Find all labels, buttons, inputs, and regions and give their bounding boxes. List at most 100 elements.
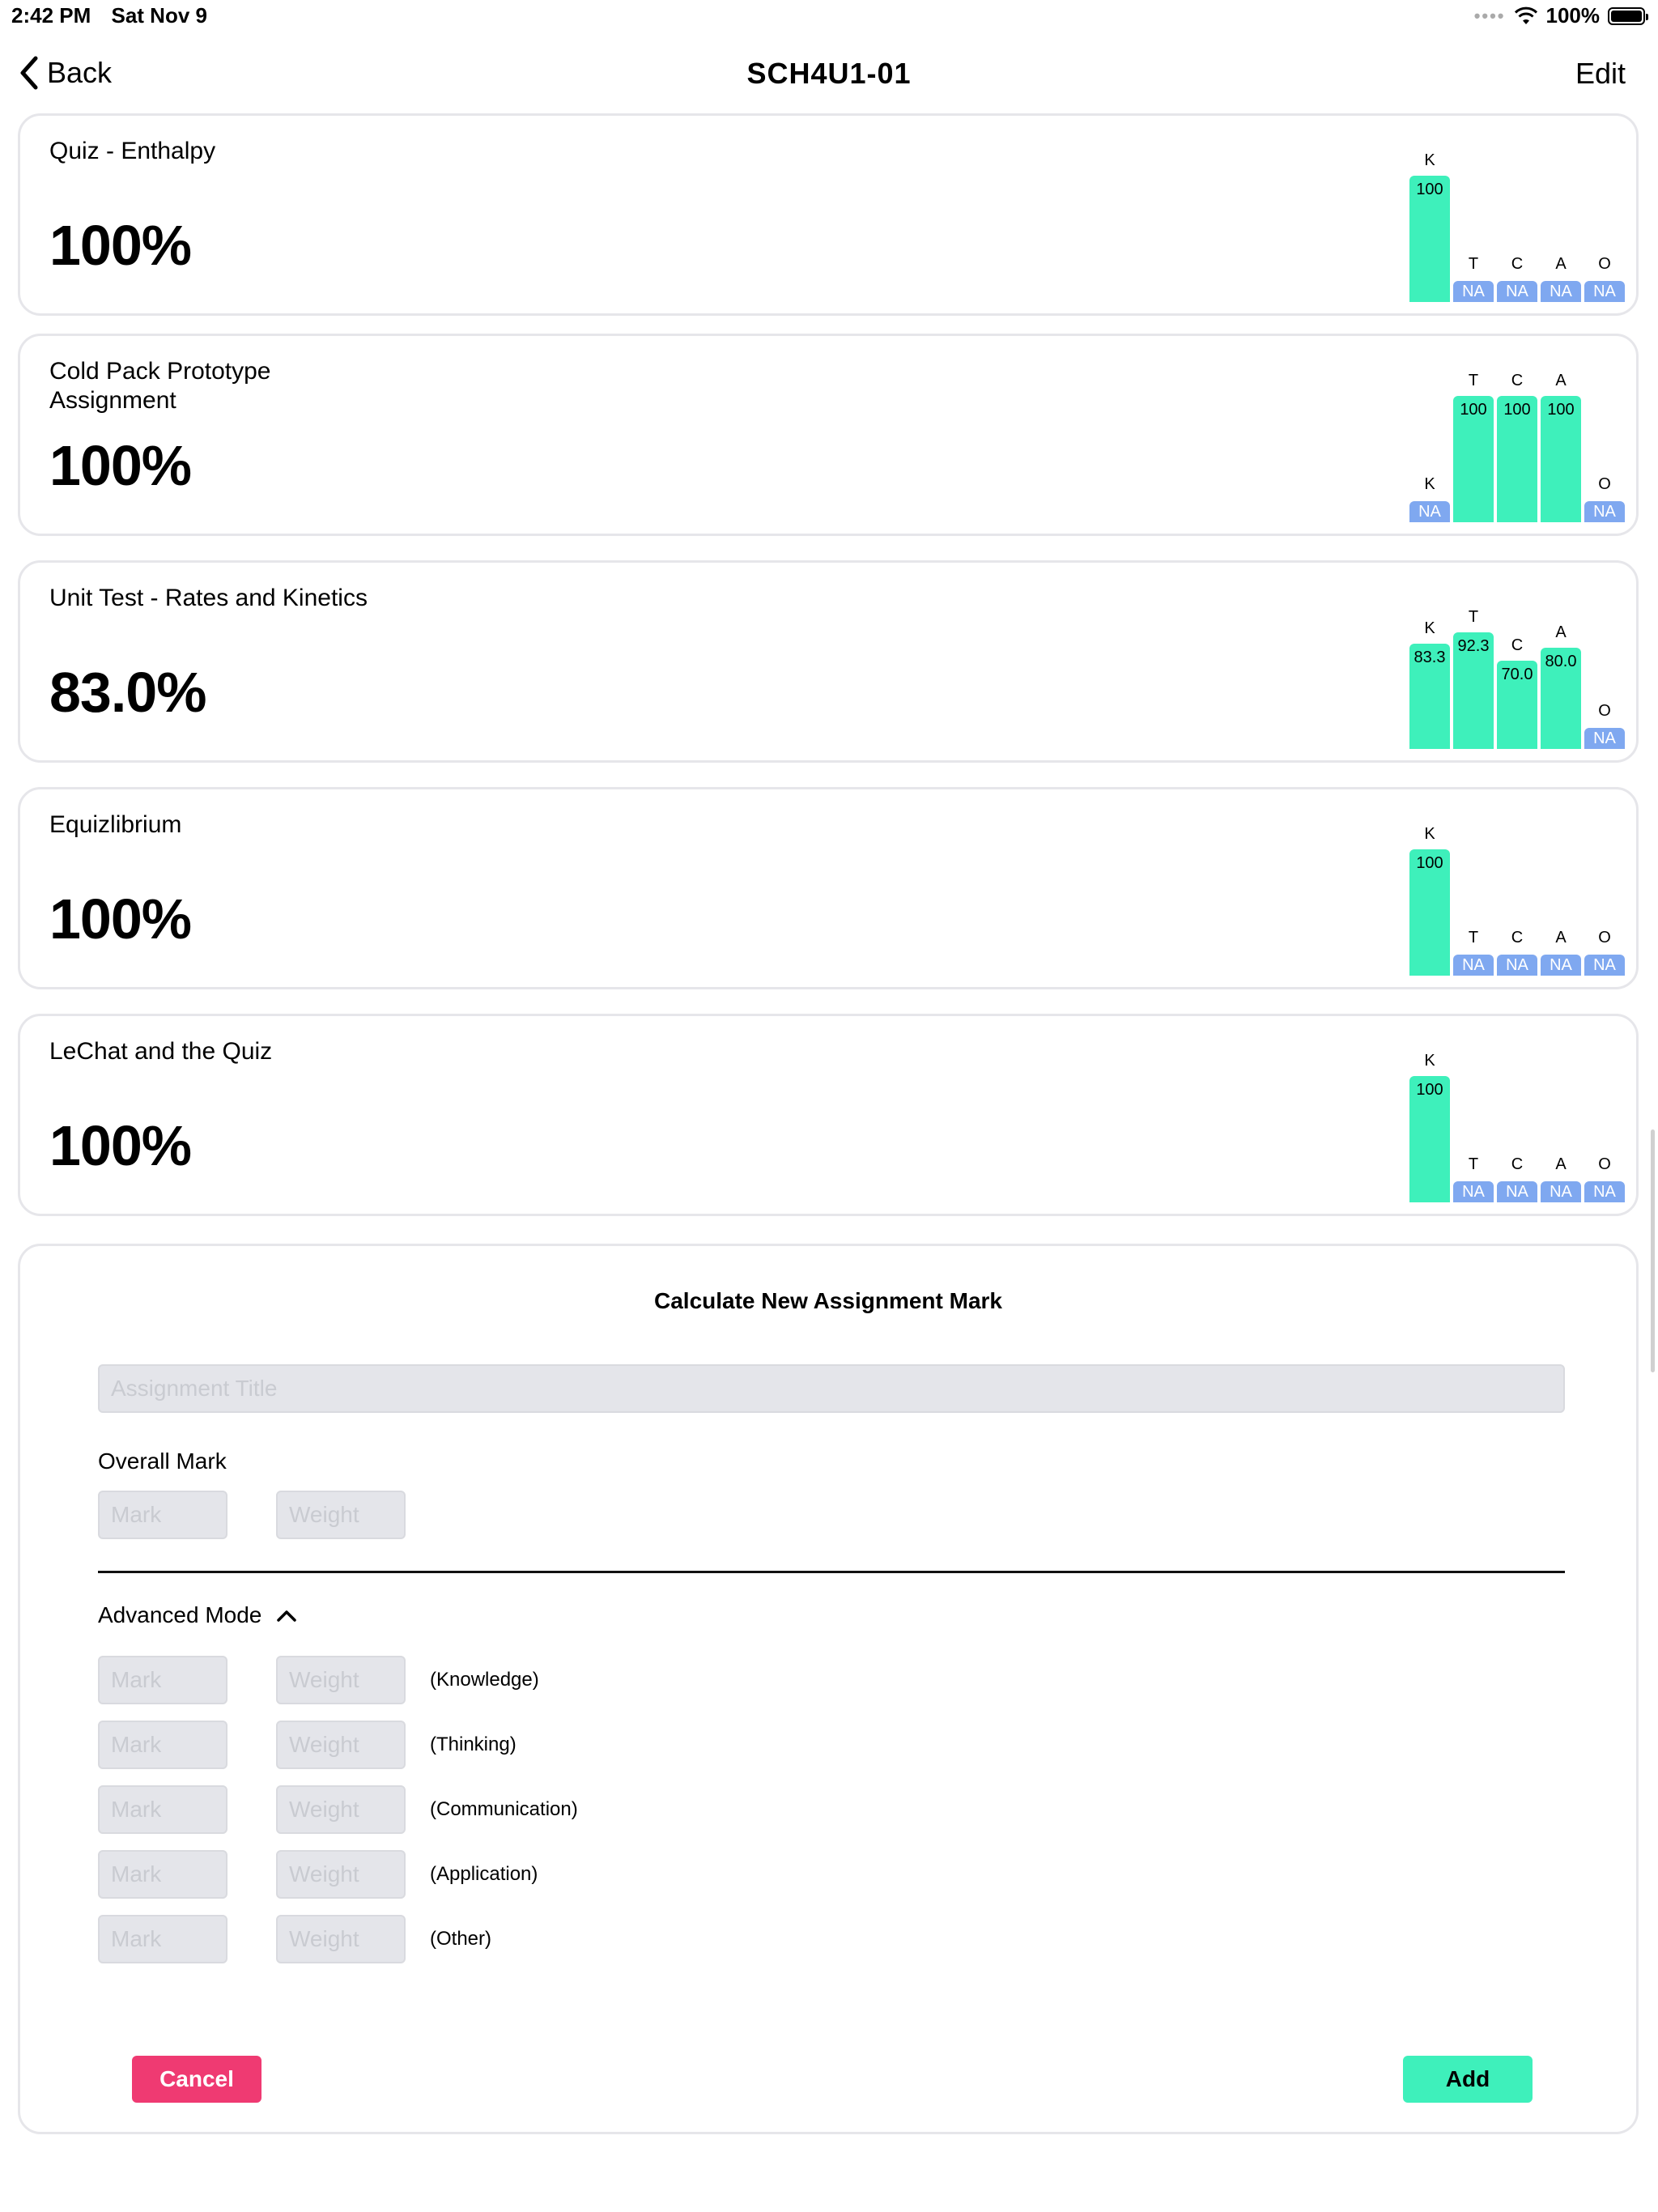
bar-category-label: C [1511, 929, 1524, 946]
assignment-card[interactable]: Quiz - Enthalpy 100% 100 K NA T NA C NA A NA O [18, 113, 1639, 316]
kica-bar-chart: 100 K NA T NA C NA A NA O [1405, 116, 1647, 318]
category-mark-input[interactable] [98, 1915, 227, 1963]
bar-category-label: C [1511, 255, 1524, 273]
category-weight-input[interactable] [276, 1915, 406, 1963]
na-badge: NA [1497, 1181, 1537, 1202]
assignment-card[interactable]: Unit Test - Rates and Kinetics 83.0% 83.3 K… [18, 560, 1639, 763]
cancel-button[interactable]: Cancel [132, 2056, 261, 2103]
category-weight-input[interactable] [276, 1850, 406, 1899]
bar-category-label: C [1511, 372, 1524, 389]
na-badge: NA [1453, 281, 1494, 302]
assignment-title: Cold Pack Prototype Assignment [49, 358, 271, 414]
category-weight-input[interactable] [276, 1656, 406, 1704]
battery-percent: 100% [1545, 3, 1601, 28]
status-right: •••• 100% [1473, 3, 1648, 28]
status-left: 2:42 PM Sat Nov 9 [11, 3, 222, 28]
bar-category-label: O [1598, 475, 1611, 493]
assignment-title: Equizlibrium [49, 811, 182, 838]
assignment-mark: 100% [49, 1114, 192, 1177]
status-date: Sat Nov 9 [111, 3, 208, 28]
bar-category-label: T [1468, 372, 1479, 389]
bar-value-label: 80.0 [1545, 653, 1577, 670]
assignment-title: LeChat and the Quiz [49, 1038, 273, 1065]
assignment-title-input[interactable] [98, 1364, 1565, 1413]
bar-category-label: T [1468, 255, 1479, 273]
status-time: 2:42 PM [11, 3, 91, 28]
na-badge: NA [1584, 955, 1625, 976]
bar-value-label: 70.0 [1501, 666, 1533, 683]
wifi-icon [1514, 6, 1537, 24]
na-badge: NA [1584, 728, 1625, 749]
category-label: (Knowledge) [430, 1669, 539, 1691]
overall-mark-input[interactable] [98, 1491, 227, 1539]
na-badge: NA [1497, 955, 1537, 976]
category-weight-input[interactable] [276, 1721, 406, 1769]
bar-category-label: A [1555, 623, 1567, 641]
advanced-mode-label: Advanced Mode [98, 1602, 262, 1627]
advanced-mode-toggle[interactable]: Advanced Mode [98, 1602, 297, 1628]
category-mark-input[interactable] [98, 1656, 227, 1704]
calculator-title: Calculate New Assignment Mark [654, 1288, 1002, 1313]
bar-category-label: O [1598, 1155, 1611, 1173]
bar-category-label: K [1424, 475, 1435, 493]
na-badge: NA [1584, 501, 1625, 522]
category-label: (Communication) [430, 1798, 578, 1820]
bar-value-label: 100 [1503, 401, 1531, 419]
kica-bar-chart: NA K 100 T 100 C 100 A NA O [1405, 336, 1647, 538]
bar-category-label: A [1555, 929, 1567, 946]
bar-category-label: O [1598, 929, 1611, 946]
category-mark-input[interactable] [98, 1785, 227, 1834]
na-badge: NA [1453, 955, 1494, 976]
overall-weight-input[interactable] [276, 1491, 406, 1539]
bar-category-label: O [1598, 702, 1611, 720]
bar-category-label: T [1468, 929, 1479, 946]
na-badge: NA [1541, 955, 1581, 976]
assignment-mark: 100% [49, 887, 192, 951]
bar-value-label: 92.3 [1457, 637, 1490, 655]
category-label: (Other) [430, 1928, 492, 1950]
cellular-icon: •••• [1473, 5, 1506, 26]
bar-value-label: 100 [1460, 401, 1487, 419]
scrollbar[interactable] [1651, 1129, 1655, 1372]
bar-category-label: A [1555, 372, 1567, 389]
kica-bar-chart: 83.3 K 92.3 T 70.0 C 80.0 A NA O [1405, 563, 1647, 765]
bar-category-label: A [1555, 255, 1567, 273]
assignment-mark: 83.0% [49, 661, 206, 724]
add-button[interactable]: Add [1403, 2056, 1533, 2103]
bar-value-label: 100 [1416, 854, 1443, 872]
overall-mark-label: Overall Mark [98, 1448, 227, 1474]
assignment-mark: 100% [49, 214, 192, 277]
assignment-card[interactable]: Cold Pack Prototype Assignment 100% NA K 100… [18, 334, 1639, 536]
bar-category-label: T [1468, 608, 1479, 626]
category-mark-input[interactable] [98, 1850, 227, 1899]
bar-value-label: 100 [1416, 181, 1443, 198]
calculator-panel: Calculate New Assignment Mark Overall Ma… [18, 1244, 1639, 2134]
nav-bar: Back SCH4U1-01 Edit [0, 49, 1658, 97]
category-mark-input[interactable] [98, 1721, 227, 1769]
assignment-title: Quiz - Enthalpy [49, 138, 216, 164]
bar-category-label: O [1598, 255, 1611, 273]
assignment-mark: 100% [49, 434, 192, 497]
bar-value-label: 100 [1416, 1081, 1443, 1099]
na-badge: NA [1541, 281, 1581, 302]
bar-category-label: C [1511, 1155, 1524, 1173]
bar-category-label: K [1424, 619, 1435, 637]
kica-bar-chart: 100 K NA T NA C NA A NA O [1405, 789, 1647, 992]
bar-category-label: K [1424, 1052, 1435, 1070]
battery-icon [1608, 6, 1648, 25]
category-weight-input[interactable] [276, 1785, 406, 1834]
category-label: (Application) [430, 1863, 538, 1885]
assignment-card[interactable]: Equizlibrium 100% 100 K NA T NA C NA A NA O [18, 787, 1639, 989]
divider [98, 1571, 1565, 1573]
edit-button[interactable]: Edit [1575, 57, 1626, 91]
na-badge: NA [1497, 281, 1537, 302]
bar-category-label: K [1424, 825, 1435, 843]
na-badge: NA [1409, 501, 1450, 522]
page-title: SCH4U1-01 [746, 57, 912, 90]
chevron-up-icon [277, 1610, 297, 1622]
na-badge: NA [1453, 1181, 1494, 1202]
bar-category-label: C [1511, 636, 1524, 654]
status-bar: 2:42 PM Sat Nov 9 •••• 100% [0, 0, 1658, 32]
assignment-card[interactable]: LeChat and the Quiz 100% 100 K NA T NA C NA A NA O [18, 1014, 1639, 1216]
bar-category-label: T [1468, 1155, 1479, 1173]
